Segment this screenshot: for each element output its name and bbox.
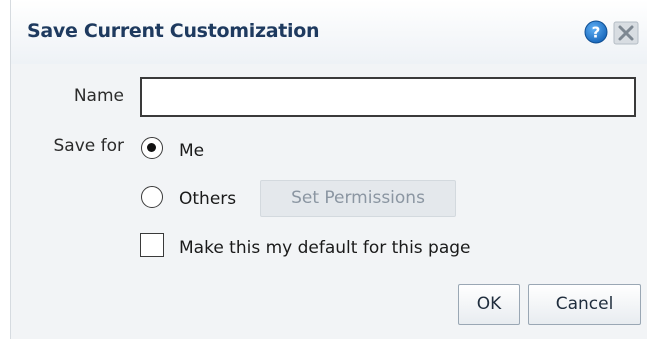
dialog-titlebar: Save Current Customization ? bbox=[11, 0, 647, 64]
save-customization-dialog: Save Current Customization ? Name Save f… bbox=[10, 0, 647, 339]
radio-me-label: Me bbox=[179, 141, 205, 161]
radio-selected-dot bbox=[147, 143, 156, 152]
name-field[interactable] bbox=[140, 77, 636, 117]
help-icon[interactable]: ? bbox=[584, 20, 608, 44]
default-checkbox-label: Make this my default for this page bbox=[179, 238, 471, 258]
default-checkbox[interactable] bbox=[140, 233, 164, 257]
ok-button[interactable]: OK bbox=[458, 284, 520, 325]
save-for-label: Save for bbox=[53, 136, 124, 156]
svg-text:?: ? bbox=[592, 24, 601, 42]
cancel-button[interactable]: Cancel bbox=[528, 284, 641, 325]
set-permissions-button: Set Permissions bbox=[260, 180, 456, 217]
name-label: Name bbox=[73, 86, 124, 106]
radio-others-label: Others bbox=[179, 189, 237, 209]
radio-me[interactable] bbox=[141, 137, 163, 159]
radio-others[interactable] bbox=[141, 186, 163, 208]
close-icon[interactable] bbox=[613, 21, 639, 45]
dialog-title: Save Current Customization bbox=[27, 20, 320, 42]
